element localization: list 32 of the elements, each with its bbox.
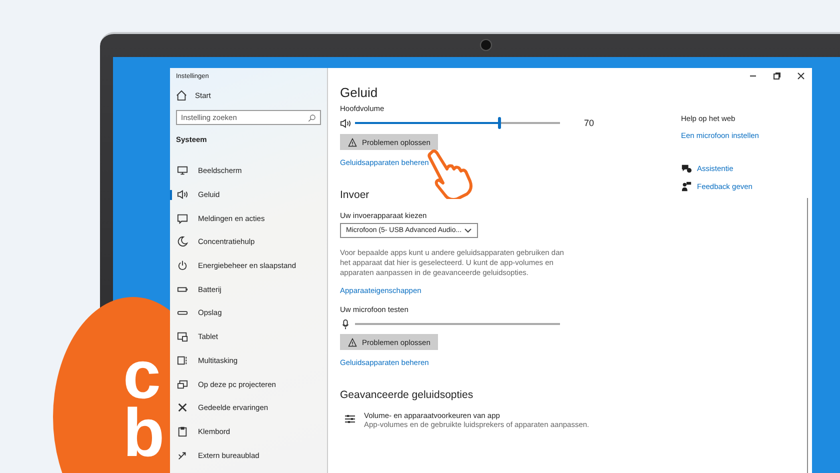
microphone-icon xyxy=(340,318,351,330)
monitor-icon xyxy=(177,165,188,176)
moon-icon xyxy=(177,236,188,248)
remote-desktop-icon xyxy=(177,450,188,461)
wallpaper-letter: b xyxy=(123,404,165,463)
page-title: Geluid xyxy=(340,85,378,100)
tablet-icon xyxy=(177,331,188,342)
warning-icon xyxy=(348,338,357,347)
message-icon xyxy=(177,212,188,224)
section-heading: Invoer xyxy=(340,189,370,201)
slider-track[interactable] xyxy=(355,117,560,129)
volume-value: 70 xyxy=(584,118,594,128)
projector-icon xyxy=(177,378,188,390)
search-icon[interactable] xyxy=(308,114,316,122)
section-heading: Geavanceerde geluidsopties xyxy=(340,389,474,402)
warning-icon xyxy=(348,138,357,146)
close-icon[interactable] xyxy=(796,71,806,81)
speaker-icon xyxy=(340,118,351,128)
multitasking-icon xyxy=(177,354,188,366)
sliders-icon[interactable] xyxy=(344,413,356,426)
chat-icon xyxy=(681,163,692,174)
wallpaper-letter: c xyxy=(123,347,161,405)
slider-thumb[interactable] xyxy=(498,117,500,129)
restore-icon[interactable] xyxy=(772,71,782,81)
chevron-icon xyxy=(464,228,472,234)
shared-icon xyxy=(177,402,188,414)
speaker-icon xyxy=(177,189,188,200)
power-icon xyxy=(177,260,188,272)
person-feedback-icon xyxy=(681,181,692,192)
home-icon[interactable] xyxy=(176,90,187,100)
clipboard-icon xyxy=(177,426,188,437)
webcam-icon xyxy=(480,39,492,51)
